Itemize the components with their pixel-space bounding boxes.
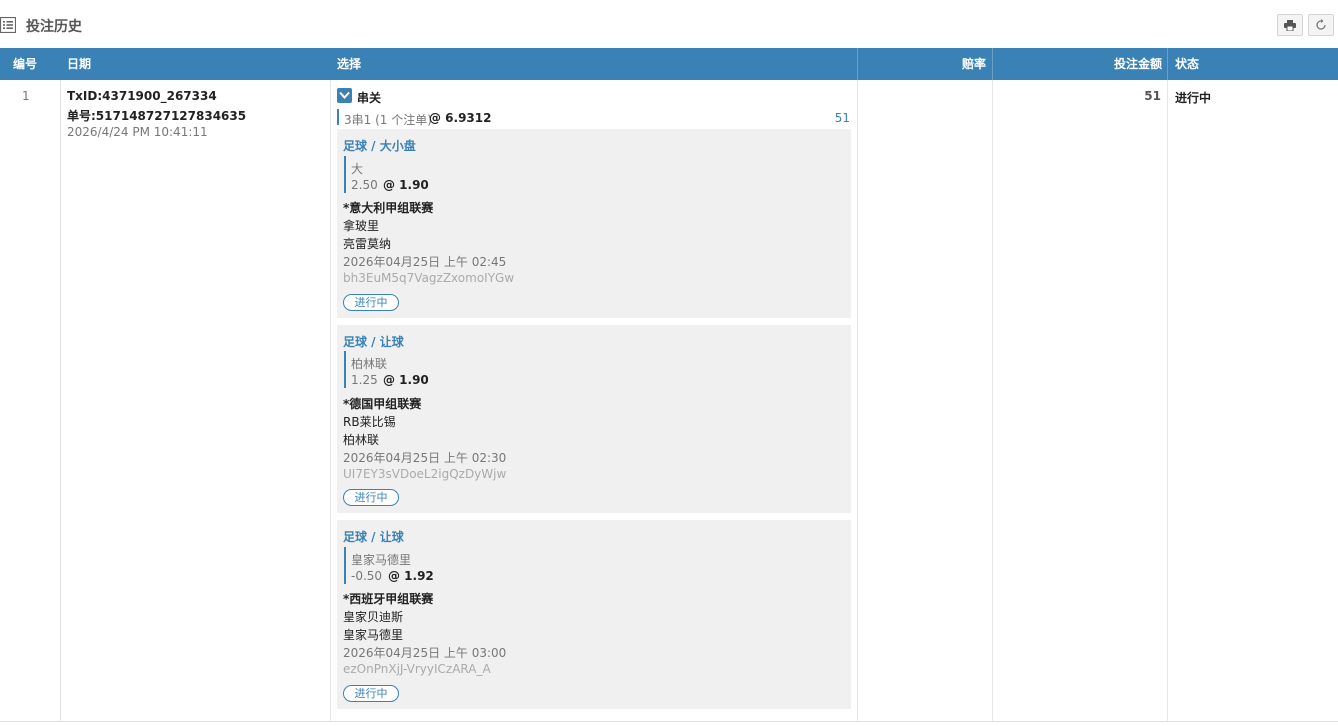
column-divider	[60, 80, 61, 722]
leg-league: *意大利甲组联赛	[343, 201, 434, 215]
column-divider	[857, 48, 858, 80]
leg-selection: 皇家马德里	[351, 553, 412, 567]
column-divider	[992, 48, 993, 80]
chevron-down-icon	[339, 91, 350, 99]
bet-amount: 51	[1144, 89, 1161, 103]
leg-home-team: 拿玻里	[343, 219, 380, 233]
table-header: 编号 日期 选择 赔率 投注金额 状态	[0, 48, 1338, 80]
combo-stake: 51	[834, 111, 850, 125]
leg-selection: 大	[351, 162, 364, 176]
page-title: 投注历史	[26, 19, 82, 35]
bet-leg: 足球 / 大小盘 大 2.50 @ 1.90 *意大利甲组联赛 拿玻里 亮雷莫纳…	[337, 129, 851, 318]
tx-id: TxID:4371900_267334	[67, 89, 217, 103]
selection-indicator	[344, 351, 346, 388]
column-divider	[1167, 80, 1168, 722]
leg-odds: @ 1.92	[388, 569, 434, 583]
leg-selection: 柏林联	[351, 357, 388, 371]
leg-status-badge: 进行中	[343, 685, 399, 702]
column-header-amount: 投注金额	[1113, 57, 1162, 71]
column-header-odds: 赔率	[961, 57, 986, 71]
refresh-icon	[1315, 19, 1327, 31]
leg-home-team: 皇家贝迪斯	[343, 610, 404, 624]
leg-line: 1.25	[351, 373, 378, 387]
selection-indicator	[344, 547, 346, 584]
leg-match-time: 2026年04月25日 上午 02:30	[343, 451, 507, 465]
column-divider	[857, 80, 858, 722]
combo-odds: @ 6.9312	[429, 111, 492, 125]
leg-sport-market: 足球 / 让球	[343, 335, 404, 349]
bet-datetime: 2026/4/24 PM 10:41:11	[67, 125, 208, 139]
leg-code: UI7EY3sVDoeL2igQzDyWjw	[343, 467, 507, 481]
column-header-status: 状态	[1175, 57, 1200, 71]
leg-sport-market: 足球 / 让球	[343, 530, 404, 544]
leg-away-team: 亮雷莫纳	[343, 237, 392, 251]
leg-line: 2.50	[351, 178, 378, 192]
bet-type: 串关	[357, 91, 382, 105]
collapse-toggle-button[interactable]	[337, 88, 352, 103]
table-bottom-border	[0, 721, 1338, 722]
bet-status: 进行中	[1175, 91, 1212, 105]
leg-home-team: RB莱比锡	[343, 415, 396, 429]
column-header-num: 编号	[13, 57, 38, 71]
leg-league: *德国甲组联赛	[343, 397, 422, 411]
order-number: 单号:517148727127834635	[67, 109, 247, 123]
selection-indicator	[344, 156, 346, 193]
column-divider	[992, 80, 993, 722]
leg-status-badge: 进行中	[343, 489, 399, 506]
top-bar: 投注历史	[0, 0, 1338, 48]
leg-odds: @ 1.90	[383, 373, 429, 387]
combo-description: 3串1 (1 个注单)	[344, 113, 432, 127]
leg-match-time: 2026年04月25日 上午 03:00	[343, 646, 507, 660]
leg-away-team: 柏林联	[343, 433, 380, 447]
leg-code: ezOnPnXjJ-VryyICzARA_A	[343, 662, 491, 676]
leg-sport-market: 足球 / 大小盘	[343, 139, 416, 153]
print-icon	[1284, 19, 1296, 31]
combo-indicator	[337, 109, 339, 125]
leg-line: -0.50	[351, 569, 383, 583]
list-icon	[0, 16, 17, 34]
refresh-button[interactable]	[1308, 14, 1334, 36]
column-header-date: 日期	[67, 57, 92, 71]
leg-match-time: 2026年04月25日 上午 02:45	[343, 255, 507, 269]
column-divider	[330, 80, 331, 722]
leg-away-team: 皇家马德里	[343, 628, 404, 642]
bet-leg: 足球 / 让球 柏林联 1.25 @ 1.90 *德国甲组联赛 RB莱比锡 柏林…	[337, 325, 851, 513]
print-button[interactable]	[1277, 14, 1303, 36]
leg-status-badge: 进行中	[343, 294, 399, 311]
bet-leg: 足球 / 让球 皇家马德里 -0.50 @ 1.92 *西班牙甲组联赛 皇家贝迪…	[337, 520, 851, 709]
column-divider	[1167, 48, 1168, 80]
leg-league: *西班牙甲组联赛	[343, 592, 434, 606]
leg-odds: @ 1.90	[383, 178, 429, 192]
row-number: 1	[22, 89, 30, 103]
leg-code: bh3EuM5q7VagzZxomoIYGw	[343, 271, 515, 285]
column-header-selection: 选择	[337, 57, 362, 71]
